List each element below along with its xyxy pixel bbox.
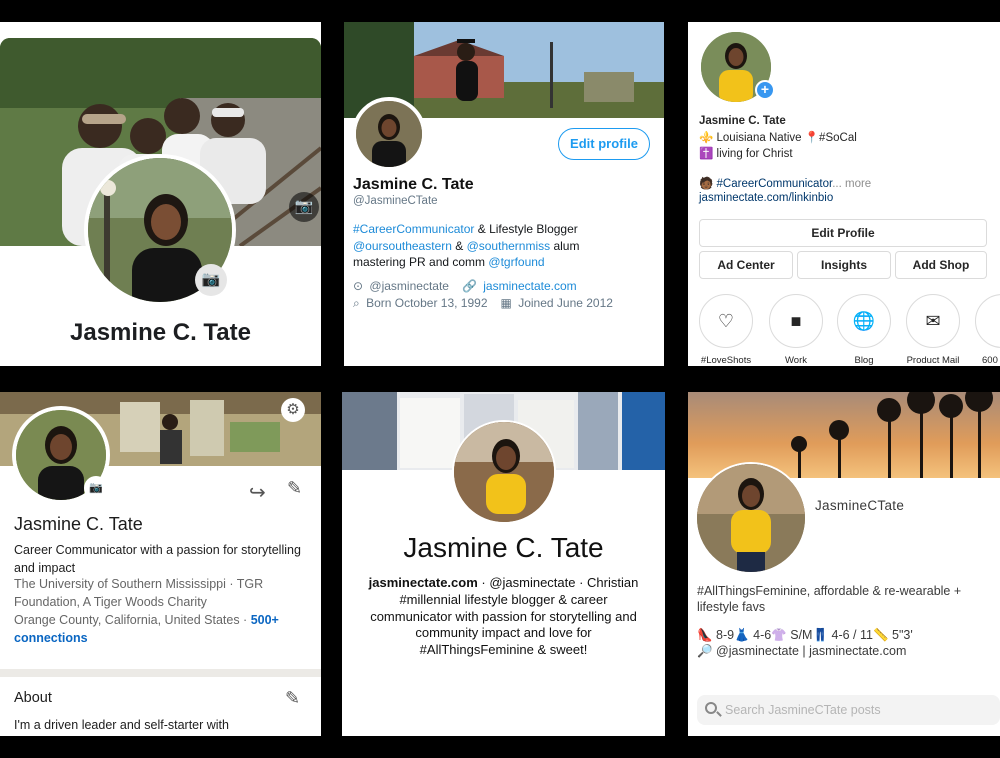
highlight-circle	[975, 294, 1000, 348]
profile-name: Jasmine C. Tate	[403, 532, 604, 563]
profile-name: Jasmine C. Tate	[353, 176, 474, 193]
linkedin-profile-panel: ⚙ 📷 ↪ ✎ Jasmine C. Tate Career Communica…	[0, 392, 321, 736]
profile-bio: #AllThingsFeminine, affordable & re-wear…	[697, 584, 962, 614]
profile-name: Jasmine C. Tate	[14, 514, 143, 534]
profile-meta-row: ⌕ Born October 13, 1992 ▦ Joined June 20…	[353, 296, 616, 311]
website-link[interactable]: jasminectate.com	[483, 279, 576, 293]
bio-text: mastering PR and comm	[353, 255, 489, 269]
section-divider	[0, 669, 321, 677]
education-text: The University of Southern Mississippi ·…	[14, 577, 264, 609]
profile-meta-row: ⊙ @jasminectate 🔗 jasminectate.com	[353, 279, 580, 293]
insights-button[interactable]: Insights	[797, 251, 891, 279]
pinterest-profile-panel: Jasmine C. Tate jasminectate.com · @jasm…	[342, 392, 665, 736]
search-input[interactable]: Search JasmineCTate posts	[697, 695, 1000, 725]
pencil-icon[interactable]: ✎	[287, 478, 302, 499]
about-heading: About	[14, 690, 52, 706]
camera-icon[interactable]: 📷	[84, 476, 108, 500]
about-text: I'm a driven leader and self-starter wit…	[14, 718, 229, 732]
ltk-profile-panel: JasmineCTate #AllThingsFeminine, afforda…	[688, 392, 1000, 736]
highlight-label: Work	[785, 355, 807, 366]
bio-text: alum	[550, 238, 580, 253]
highlight-work[interactable]: ■ Work	[768, 294, 824, 366]
profile-name: Jasmine C. Tate	[699, 115, 786, 127]
bio-line: ⚜️ Louisiana Native 📍#SoCal	[699, 132, 857, 144]
instagram-profile-panel: + Jasmine C. Tate ⚜️ Louisiana Native 📍#…	[688, 22, 1000, 366]
ad-center-button[interactable]: Ad Center	[699, 251, 793, 279]
location-text: Orange County, California, United States…	[14, 613, 251, 627]
profile-avatar[interactable]	[695, 462, 807, 574]
share-icon[interactable]: ↪	[249, 480, 266, 505]
highlight-label: #LoveShots	[700, 355, 752, 366]
profile-education: The University of Southern Mississippi ·…	[14, 575, 309, 647]
size-info: 👠 8-9👗 4-6👚 S/M👖 4-6 / 11📏 5"3'	[697, 628, 913, 642]
bio-link[interactable]: jasminectate.com/linkinbio	[699, 192, 833, 204]
cover-camera-icon[interactable]: 📷	[289, 192, 319, 222]
location-text: @jasminectate	[369, 279, 449, 293]
globe-icon: 🌐	[837, 294, 891, 348]
bio-line: ✝️ living for Christ	[699, 148, 793, 160]
born-text: Born October 13, 1992	[366, 296, 488, 310]
search-icon	[705, 702, 717, 714]
profile-handle: @JasmineCTate	[353, 195, 438, 207]
profile-avatar[interactable]	[452, 420, 556, 524]
mention-link[interactable]: @oursoutheastern	[353, 239, 452, 253]
joined-text: Joined June 2012	[518, 296, 613, 310]
hashtag-link[interactable]: #CareerCommunicator	[717, 178, 833, 190]
highlight-loveshots[interactable]: ♡ #LoveShots	[698, 294, 754, 366]
profile-bio: #CareerCommunicator & Lifestyle Blogger …	[353, 221, 658, 271]
calendar-icon: ▦	[500, 296, 512, 310]
profile-avatar[interactable]	[352, 97, 426, 171]
highlight-label: Product Mail	[906, 355, 960, 366]
website-link[interactable]: jasminectate.com	[369, 575, 478, 590]
edit-profile-button[interactable]: Edit profile	[558, 128, 650, 160]
briefcase-icon: ■	[769, 294, 823, 348]
profile-headline: Career Communicator with a passion for s…	[14, 543, 301, 575]
highlight-blog[interactable]: 🌐 Blog	[836, 294, 892, 366]
more-link[interactable]: ... more	[832, 178, 871, 190]
bio-text: &	[451, 238, 467, 253]
hashtag-link[interactable]: #CareerCommunicator	[353, 222, 474, 236]
highlight-label: 600	[982, 355, 998, 366]
location-icon: ⊙	[353, 279, 364, 293]
profile-name: Jasmine C. Tate	[70, 319, 251, 346]
highlight-600[interactable]: 600	[974, 294, 1000, 366]
profile-username: JasmineCTate	[815, 498, 905, 513]
facebook-profile-panel: 📷 📷 Jasmine C. Tate	[0, 22, 321, 366]
add-story-icon[interactable]: +	[755, 80, 775, 100]
link-icon: 🔗	[461, 279, 477, 293]
twitter-profile-panel: Edit profile Jasmine C. Tate @JasmineCTa…	[344, 22, 664, 366]
heart-icon: ♡	[699, 294, 753, 348]
profile-camera-icon[interactable]: 📷	[195, 264, 227, 296]
profile-bio: jasminectate.com · @jasminectate · Chris…	[360, 575, 647, 659]
highlight-product-mail[interactable]: ✉ Product Mail	[905, 294, 961, 366]
edit-profile-button[interactable]: Edit Profile	[699, 219, 987, 247]
contact-info: 🔎 @jasminectate | jasminectate.com	[697, 644, 907, 658]
mention-link[interactable]: @southernmiss	[467, 239, 551, 253]
gear-icon[interactable]: ⚙	[281, 398, 305, 422]
birthday-icon: ⌕	[353, 296, 360, 310]
mail-icon: ✉	[906, 294, 960, 348]
bio-line: 🧑🏾 #CareerCommunicator... more	[699, 178, 872, 190]
mention-link[interactable]: @tgrfound	[488, 255, 544, 269]
highlight-label: Blog	[854, 355, 874, 366]
edit-about-pencil-icon[interactable]: ✎	[285, 688, 300, 709]
add-shop-button[interactable]: Add Shop	[895, 251, 987, 279]
bio-text: & Lifestyle Blogger	[474, 222, 578, 236]
